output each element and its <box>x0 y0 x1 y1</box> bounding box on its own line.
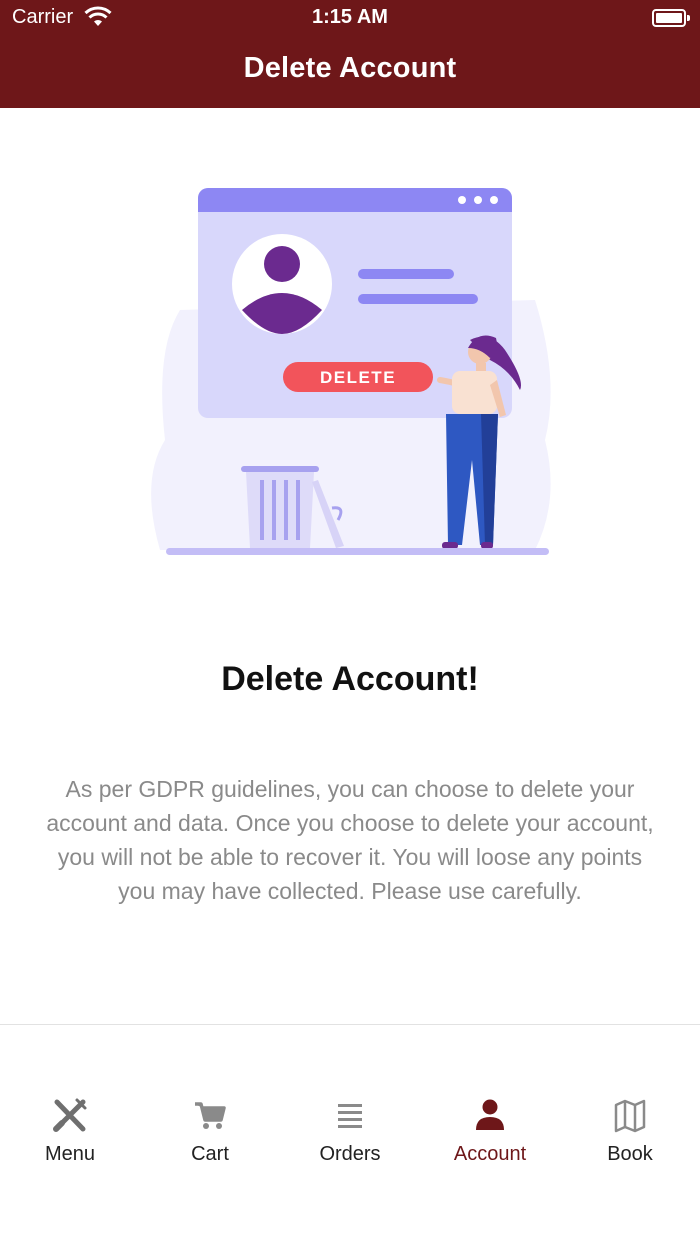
battery-icon <box>652 9 690 27</box>
tab-menu[interactable]: Menu <box>0 1095 140 1166</box>
status-bar: Carrier 1:15 AM <box>0 0 700 36</box>
tab-bar: Menu Cart Orders Account Book <box>0 1025 700 1244</box>
tab-book-label: Book <box>607 1143 653 1165</box>
tab-cart-label: Cart <box>191 1143 229 1165</box>
tab-account-label: Account <box>453 1143 527 1165</box>
cart-icon <box>195 1102 226 1129</box>
page-title: Delete Account <box>243 52 457 84</box>
tab-menu-label: Menu <box>44 1143 96 1165</box>
utensils-icon <box>53 1098 87 1132</box>
user-icon <box>476 1099 504 1130</box>
top-bar: Carrier 1:15 AM Delete Account <box>0 0 700 108</box>
delete-account-illustration: DELETE <box>151 188 551 555</box>
tab-orders-label: Orders <box>319 1143 381 1165</box>
tab-cart[interactable]: Cart <box>140 1095 280 1166</box>
map-icon <box>614 1099 646 1133</box>
tab-orders[interactable]: Orders <box>280 1095 420 1166</box>
list-icon <box>338 1104 362 1128</box>
tab-account[interactable]: Account <box>420 1095 560 1166</box>
status-time: 1:15 AM <box>312 6 388 28</box>
gdpr-description: As per GDPR guidelines, you can choose t… <box>46 776 654 904</box>
delete-illustration-label: DELETE <box>320 368 396 387</box>
tab-book[interactable]: Book <box>560 1095 700 1166</box>
delete-account-heading: Delete Account! <box>221 660 479 698</box>
